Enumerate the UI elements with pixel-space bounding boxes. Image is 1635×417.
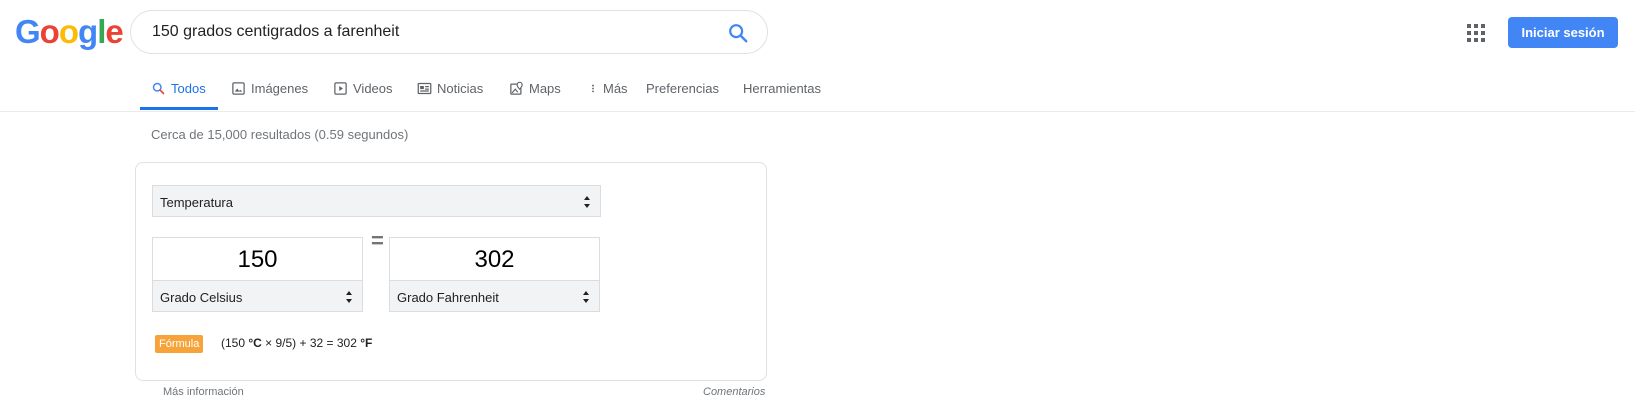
- play-icon: [334, 82, 347, 95]
- tab-label: Preferencias: [646, 81, 719, 96]
- formula-unit: °C: [248, 336, 262, 350]
- select-arrows-icon: [584, 196, 590, 208]
- select-arrows-icon: [583, 291, 589, 303]
- formula-part: × 9/5) + 32 = 302: [261, 336, 361, 350]
- unit-converter-card: Temperatura 150 Grado Celsius = 302 Grad…: [135, 162, 767, 381]
- tab-herramientas[interactable]: Herramientas: [743, 81, 821, 96]
- search-icon[interactable]: [727, 22, 749, 44]
- search-icon: [152, 82, 165, 95]
- formula-part: (150: [221, 336, 249, 350]
- google-logo[interactable]: Google: [15, 13, 124, 51]
- tab-videos[interactable]: Videos: [333, 81, 393, 96]
- formula-unit: °F: [360, 336, 373, 350]
- equals-sign: =: [371, 228, 384, 253]
- category-select[interactable]: Temperatura: [152, 185, 601, 217]
- logo-letter: G: [15, 13, 41, 50]
- logo-letter: o: [39, 13, 60, 50]
- tab-label: Herramientas: [743, 81, 822, 96]
- tab-label: Más: [603, 81, 628, 96]
- category-select-value: Temperatura: [160, 195, 233, 210]
- logo-letter: e: [105, 13, 123, 50]
- formula-text: (150 °C × 9/5) + 32 = 302 °F: [221, 336, 372, 350]
- to-unit-select[interactable]: Grado Fahrenheit: [389, 280, 600, 312]
- search-tabs: Todos Imágenes Videos Noticias Maps Más …: [0, 70, 1635, 112]
- more-info-link[interactable]: Más información: [163, 386, 244, 398]
- comments-link[interactable]: Comentarios: [703, 386, 765, 398]
- tab-imagenes[interactable]: Imágenes: [231, 81, 308, 96]
- logo-letter: l: [97, 13, 106, 50]
- formula-badge: Fórmula: [155, 335, 204, 353]
- news-icon: [417, 82, 432, 95]
- to-unit-box: 302 Grado Fahrenheit: [389, 237, 600, 312]
- tab-label: Maps: [529, 81, 561, 96]
- to-value-input[interactable]: 302: [390, 246, 599, 274]
- apps-grid-icon[interactable]: [1466, 23, 1486, 43]
- search-box[interactable]: 150 grados centigrados a farenheit: [130, 10, 768, 54]
- tab-label: Imágenes: [251, 81, 309, 96]
- tab-label: Videos: [353, 81, 393, 96]
- logo-letter: g: [78, 13, 98, 50]
- tab-todos[interactable]: Todos: [151, 81, 206, 96]
- more-vert-icon: [592, 84, 594, 93]
- from-unit-select[interactable]: Grado Celsius: [152, 280, 363, 312]
- map-pin-icon: [510, 81, 523, 95]
- tab-label: Todos: [171, 81, 206, 96]
- to-unit-value: Grado Fahrenheit: [397, 290, 499, 305]
- tab-preferencias[interactable]: Preferencias: [646, 81, 719, 96]
- from-value-input[interactable]: 150: [153, 246, 362, 274]
- image-icon: [232, 82, 245, 95]
- tab-noticias[interactable]: Noticias: [417, 81, 483, 96]
- select-arrows-icon: [346, 291, 352, 303]
- tab-label: Noticias: [437, 81, 484, 96]
- tab-mas[interactable]: Más: [588, 81, 628, 96]
- active-tab-indicator: [140, 107, 218, 110]
- signin-button[interactable]: Iniciar sesión: [1508, 17, 1618, 48]
- from-unit-value: Grado Celsius: [160, 290, 243, 305]
- from-unit-box: 150 Grado Celsius: [152, 237, 363, 312]
- result-stats: Cerca de 15,000 resultados (0.59 segundo…: [151, 127, 409, 142]
- search-input[interactable]: 150 grados centigrados a farenheit: [152, 23, 399, 41]
- tab-maps[interactable]: Maps: [509, 81, 561, 96]
- logo-letter: o: [58, 13, 79, 50]
